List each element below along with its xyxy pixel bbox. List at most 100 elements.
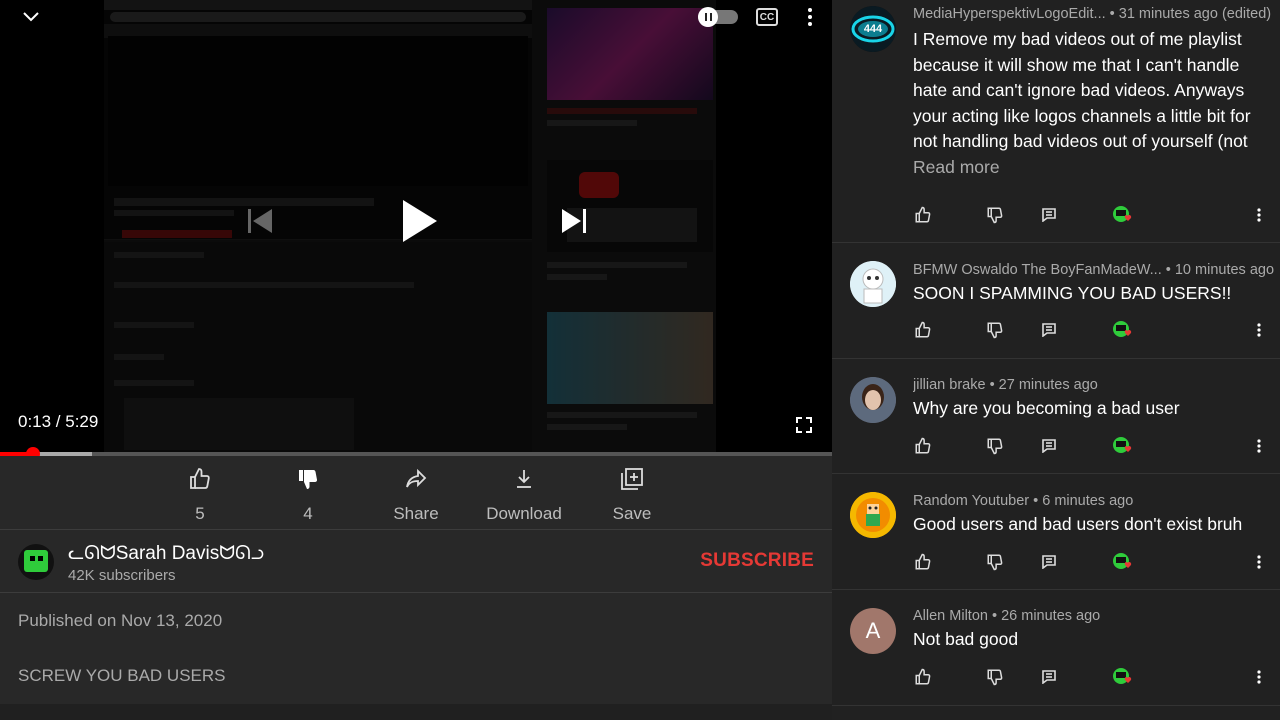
comment-more-button[interactable] [1249,667,1269,687]
comment-like-button[interactable] [913,320,933,340]
comment-text: Why are you becoming a bad user [913,398,1180,418]
comment-dislike-button[interactable] [985,552,1005,572]
read-more-link[interactable]: Read more [913,157,1000,178]
like-count: 5 [195,504,205,523]
collapse-button[interactable] [16,6,46,28]
thumb-down-icon [295,466,321,492]
comment-dislike-button[interactable] [985,320,1005,340]
next-button[interactable] [560,206,588,236]
chevron-down-icon [23,12,39,22]
reply-icon [1042,670,1056,684]
download-label: Download [486,504,562,523]
comment-text: Not bad good [913,629,1019,649]
creator-heart-icon [1111,552,1135,572]
save-label: Save [612,504,652,523]
video-player[interactable]: CC 0:13 / 5:29 [0,0,832,452]
comment-more-button[interactable] [1249,320,1269,340]
comment-reply-button[interactable] [1039,436,1059,456]
comment-meta: Allen Milton • 26 minutes ago [913,608,1101,624]
comment-like-button[interactable] [913,205,933,225]
comment-meta: jillian brake • 27 minutes ago [913,377,1098,393]
thumb-down-icon [987,669,1003,686]
creator-heart-icon [1111,320,1135,340]
thumb-up-icon [915,668,931,685]
comment-dislike-button[interactable] [985,205,1005,225]
comment-like-button[interactable] [913,436,933,456]
comment-more-button[interactable] [1249,205,1269,225]
video-details: 5 4 Share Download Save ᓚᘏᗢSarah Davisᗢᘏ… [0,456,832,720]
thumb-up-icon [915,321,931,338]
reply-icon [1042,323,1056,337]
comment-reply-button[interactable] [1039,667,1059,687]
comment: BFMW Oswaldo The BoyFanMadeW... • 10 min… [832,243,1280,359]
pause-icon [698,7,718,27]
more-vert-icon [1257,670,1261,684]
comment-avatar[interactable]: 444 [850,6,896,52]
comments-panel: 444 MediaHyperspektivLogoEdit... • 31 mi… [832,0,1280,720]
creator-heart-icon [1111,205,1135,225]
play-button[interactable] [398,196,442,246]
comment-dislike-button[interactable] [985,667,1005,687]
comment-more-button[interactable] [1249,436,1269,456]
fullscreen-icon [796,417,812,433]
download-button[interactable]: Download [470,462,578,526]
comment-dislike-button[interactable] [985,436,1005,456]
captions-button[interactable]: CC [756,8,778,26]
like-button[interactable]: 5 [146,462,254,526]
comment-reply-button[interactable] [1039,552,1059,572]
thumb-down-icon [987,207,1003,224]
channel-name[interactable]: ᓚᘏᗢSarah Davisᗢᘏᓗ [68,542,264,565]
comment-reply-button[interactable] [1039,320,1059,340]
comment-avatar[interactable] [850,377,896,423]
publish-date: Published on Nov 13, 2020 [18,611,223,630]
more-vert-icon [808,8,812,26]
comment-like-button[interactable] [913,552,933,572]
channel-avatar[interactable] [18,544,54,580]
save-button[interactable]: Save [578,462,686,526]
comment-meta: Random Youtuber • 6 minutes ago [913,493,1134,509]
fullscreen-button[interactable] [794,416,814,434]
thumb-down-icon [987,322,1003,339]
comment-reply-button[interactable] [1039,205,1059,225]
comment-avatar[interactable] [850,261,896,307]
comment-avatar[interactable] [850,492,896,538]
comment-meta: MediaHyperspektivLogoEdit... • 31 minute… [913,6,1272,22]
channel-row[interactable]: ᓚᘏᗢSarah Davisᗢᘏᓗ 42K subscribers SUBSCR… [18,540,818,586]
share-button[interactable]: Share [362,462,470,526]
comment-more-button[interactable] [1249,552,1269,572]
share-label: Share [393,504,439,523]
comment-meta: BFMW Oswaldo The BoyFanMadeW... • 10 min… [913,262,1275,278]
creator-heart-icon [1111,667,1135,687]
player-more-button[interactable] [800,6,820,28]
divider [0,529,832,530]
comment-avatar[interactable]: A [850,608,896,654]
thumb-down-icon [987,438,1003,455]
download-icon [511,466,537,492]
divider [0,592,832,593]
skip-previous-icon [248,209,272,233]
action-bar: 5 4 Share Download Save [146,462,686,526]
timecode: 0:13 / 5:29 [18,412,99,431]
comment-avatar-text: 444 [863,23,883,35]
previous-button[interactable] [246,206,274,236]
autoplay-toggle[interactable] [698,7,738,27]
skip-next-icon [562,209,586,233]
more-vert-icon [1257,555,1261,569]
dislike-count: 4 [303,504,313,523]
video-description: SCREW YOU BAD USERS [18,666,226,685]
reply-icon [1042,439,1056,453]
comment-like-button[interactable] [913,667,933,687]
comment-text: SOON I SPAMMING YOU BAD USERS!! [913,283,1232,303]
thumb-up-icon [187,466,213,492]
reply-icon [1042,555,1056,569]
comment: Random Youtuber • 6 minutes ago Good use… [832,474,1280,590]
share-icon [403,466,429,492]
thumb-up-icon [915,206,931,223]
dislike-button[interactable]: 4 [254,462,362,526]
more-vert-icon [1257,439,1261,453]
comment-text: I Remove my bad videos out of me playlis… [913,29,1251,151]
subscriber-count: 42K subscribers [68,567,176,584]
save-playlist-icon [619,466,645,492]
subscribe-button[interactable]: SUBSCRIBE [700,550,814,572]
more-vert-icon [1257,323,1261,337]
